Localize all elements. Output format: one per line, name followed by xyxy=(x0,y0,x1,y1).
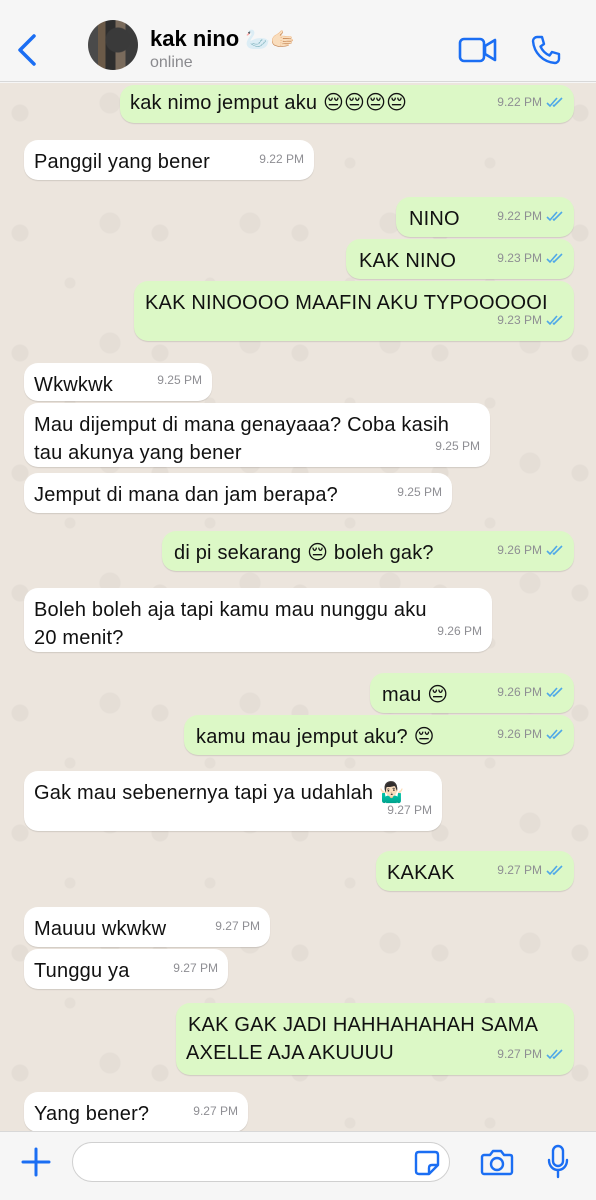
read-receipt-icon xyxy=(546,211,563,222)
message-outgoing[interactable]: kak nimo jemput aku 😔😔😔😔 9.22 PM xyxy=(120,85,574,123)
message-time: 9.26 PM xyxy=(497,727,542,741)
video-call-icon[interactable] xyxy=(458,36,498,64)
avatar[interactable] xyxy=(88,20,138,70)
message-incoming[interactable]: Yang bener? 9.27 PM xyxy=(24,1092,248,1131)
contact-name[interactable]: kak nino 🦢🫱🏻 xyxy=(150,26,295,52)
message-text: Wkwkwk xyxy=(34,374,113,396)
contact-emoji: 🦢🫱🏻 xyxy=(245,29,296,51)
microphone-icon[interactable] xyxy=(546,1144,570,1180)
sticker-icon[interactable] xyxy=(414,1150,440,1176)
message-outgoing[interactable]: kamu mau jemput aku? 😔 9.26 PM xyxy=(184,715,574,755)
message-time: 9.27 PM xyxy=(173,961,218,975)
message-text: Jemput di mana dan jam berapa? xyxy=(34,484,338,506)
message-text: kak nimo jemput aku 😔😔😔😔 xyxy=(130,92,408,114)
read-receipt-icon xyxy=(546,687,563,698)
message-incoming[interactable]: Tunggu ya 9.27 PM xyxy=(24,949,228,989)
message-time: 9.22 PM xyxy=(497,95,542,109)
read-receipt-icon xyxy=(546,545,563,556)
message-time: 9.27 PM xyxy=(215,919,260,933)
message-incoming[interactable]: Panggil yang bener 9.22 PM xyxy=(24,140,314,180)
contact-status: online xyxy=(150,54,193,71)
message-time: 9.26 PM xyxy=(497,685,542,699)
message-text: NINO xyxy=(409,208,460,230)
message-meta: 9.26 PM xyxy=(497,536,564,564)
read-receipt-icon xyxy=(546,729,563,740)
message-text: kamu mau jemput aku? 😔 xyxy=(196,726,435,748)
message-input[interactable] xyxy=(72,1142,450,1182)
message-text: di pi sekarang 😔 boleh gak? xyxy=(174,542,434,564)
message-time: 9.27 PM xyxy=(497,1047,542,1061)
message-incoming[interactable]: Jemput di mana dan jam berapa? 9.25 PM xyxy=(24,473,452,513)
message-text: Panggil yang bener xyxy=(34,151,210,173)
message-outgoing[interactable]: KAKAK 9.27 PM xyxy=(376,851,574,891)
chat-area[interactable]: kak nimo jemput aku 😔😔😔😔 9.22 PM Panggil… xyxy=(0,83,596,1131)
message-outgoing[interactable]: KAK NINOOOO MAAFIN AKU TYPOOOOOI 9.23 PM xyxy=(134,281,574,341)
message-meta: 9.27 PM xyxy=(497,856,564,884)
message-time: 9.22 PM xyxy=(259,152,304,166)
chat-header: kak nino 🦢🫱🏻 online xyxy=(0,0,596,82)
message-outgoing[interactable]: KAK NINO 9.23 PM xyxy=(346,239,574,279)
composer-bar xyxy=(0,1131,596,1200)
message-text: KAK GAK JADI HAHHAHAHAH SAMA AXELLE AJA … xyxy=(186,1014,538,1064)
message-meta: 9.22 PM xyxy=(497,88,564,116)
message-meta: 9.27 PM xyxy=(497,1040,564,1068)
message-text: Yang bener? xyxy=(34,1103,150,1125)
message-meta: 9.22 PM xyxy=(497,202,564,230)
message-text: Mau dijemput di mana genayaaa? Coba kasi… xyxy=(34,414,450,464)
back-chevron-icon[interactable] xyxy=(12,30,42,70)
message-time: 9.25 PM xyxy=(157,373,202,387)
message-text: KAK NINOOOO MAAFIN AKU TYPOOOOOI xyxy=(145,292,548,314)
message-meta: 9.23 PM xyxy=(497,244,564,272)
message-text: Tunggu ya xyxy=(34,960,130,982)
read-receipt-icon xyxy=(546,315,563,326)
message-incoming[interactable]: Boleh boleh aja tapi kamu mau nunggu aku… xyxy=(24,588,492,652)
message-outgoing[interactable]: NINO 9.22 PM xyxy=(396,197,574,237)
message-text: KAK NINO xyxy=(359,250,457,272)
message-incoming[interactable]: Wkwkwk 9.25 PM xyxy=(24,363,212,401)
read-receipt-icon xyxy=(546,1049,563,1060)
phone-icon[interactable] xyxy=(530,34,562,66)
message-time: 9.26 PM xyxy=(437,624,482,638)
message-time: 9.27 PM xyxy=(497,863,542,877)
message-incoming[interactable]: Mau dijemput di mana genayaaa? Coba kasi… xyxy=(24,403,490,467)
message-time: 9.27 PM xyxy=(387,803,432,817)
message-incoming[interactable]: Mauuu wkwkw 9.27 PM xyxy=(24,907,270,947)
contact-name-text: kak nino xyxy=(150,26,240,51)
message-time: 9.23 PM xyxy=(497,251,542,265)
message-time: 9.25 PM xyxy=(397,485,442,499)
message-text: Gak mau sebenernya tapi ya udahlah 🤷🏻‍♂️ xyxy=(34,782,405,804)
message-outgoing[interactable]: mau 😔 9.26 PM xyxy=(370,673,574,713)
message-time: 9.27 PM xyxy=(193,1104,238,1118)
message-time: 9.23 PM xyxy=(497,313,542,327)
message-meta: 9.23 PM xyxy=(497,306,564,334)
plus-icon[interactable] xyxy=(20,1146,52,1178)
read-receipt-icon xyxy=(546,865,563,876)
message-text: Boleh boleh aja tapi kamu mau nunggu aku… xyxy=(34,599,427,649)
read-receipt-icon xyxy=(546,97,563,108)
message-outgoing[interactable]: KAK GAK JADI HAHHAHAHAH SAMA AXELLE AJA … xyxy=(176,1003,574,1075)
message-text: mau 😔 xyxy=(382,684,449,706)
read-receipt-icon xyxy=(546,253,563,264)
camera-icon[interactable] xyxy=(480,1148,514,1176)
message-meta: 9.26 PM xyxy=(497,720,564,748)
message-outgoing[interactable]: di pi sekarang 😔 boleh gak? 9.26 PM xyxy=(162,531,574,571)
message-text: Mauuu wkwkw xyxy=(34,918,167,940)
message-text: KAKAK xyxy=(387,862,455,884)
message-time: 9.22 PM xyxy=(497,209,542,223)
message-meta: 9.26 PM xyxy=(497,678,564,706)
message-time: 9.26 PM xyxy=(497,543,542,557)
message-time: 9.25 PM xyxy=(435,439,480,453)
message-incoming[interactable]: Gak mau sebenernya tapi ya udahlah 🤷🏻‍♂️… xyxy=(24,771,442,831)
